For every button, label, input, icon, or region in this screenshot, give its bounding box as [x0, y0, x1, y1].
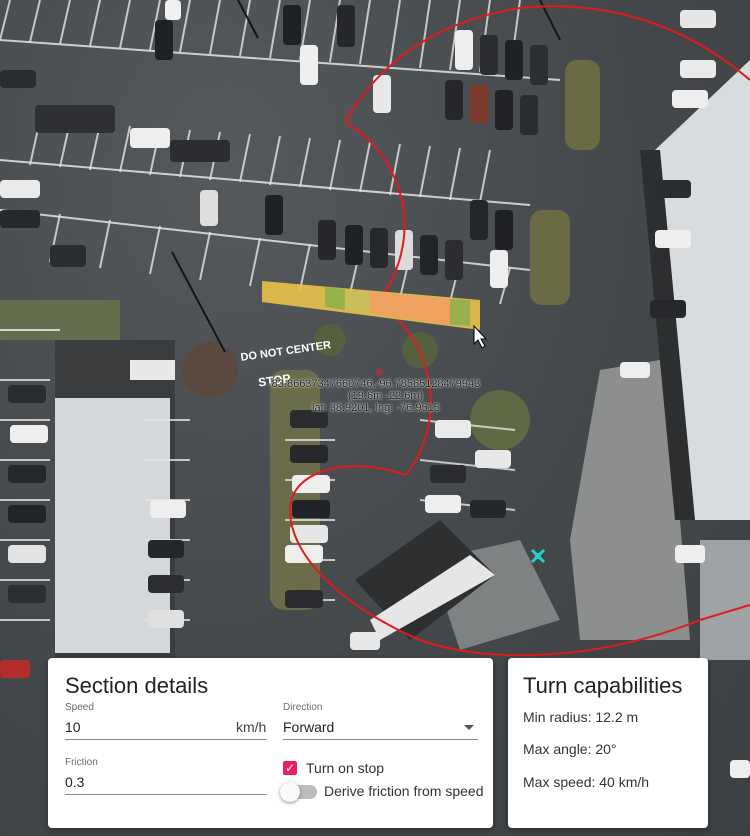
max-speed-stat: Max speed: 40 km/h [523, 774, 650, 790]
route-section[interactable] [262, 281, 480, 330]
coordinate-readout: -83.86637347660746,-96.78565128479943 (1… [268, 378, 480, 414]
friction-input[interactable]: 0.3 [65, 774, 84, 790]
direction-label: Direction [283, 702, 323, 713]
pole-shadow [171, 251, 226, 353]
toggle-thumb[interactable] [280, 782, 300, 802]
island-planter [565, 60, 600, 150]
speed-input[interactable]: 10 [65, 719, 81, 735]
speed-underline [65, 739, 267, 740]
turn-capabilities-panel: Turn capabilities Min radius: 12.2 m Max… [508, 658, 708, 828]
turn-center-dot [376, 369, 382, 375]
roundabout [182, 342, 238, 398]
derive-friction-label[interactable]: Derive friction from speed [324, 783, 484, 799]
min-radius-stat: Min radius: 12.2 m [523, 709, 639, 725]
crosshair-marker-icon[interactable] [530, 548, 546, 564]
turn-on-stop-checkbox[interactable]: ✓ [283, 761, 297, 775]
turn-on-stop-label[interactable]: Turn on stop [306, 760, 384, 776]
speed-label: Speed [65, 702, 94, 713]
chevron-down-icon[interactable] [464, 725, 474, 730]
coordinate-raw: -83.86637347660746,-96.78565128479943 [268, 378, 481, 390]
derive-friction-toggle[interactable] [280, 782, 317, 802]
friction-label: Friction [65, 757, 98, 768]
building-roof [700, 540, 750, 660]
coordinate-latlng: lat: 38.9201, lng: -76.9515 [312, 402, 440, 414]
friction-underline [65, 794, 267, 795]
coordinate-meters: (19.6m -22.6m) [348, 390, 424, 402]
speed-unit: km/h [236, 719, 267, 735]
road-text-do-not-center: DO NOT CENTER [240, 339, 332, 364]
direction-underline [283, 739, 478, 740]
island-planter [530, 210, 570, 305]
turn-capabilities-title: Turn capabilities [523, 673, 683, 698]
direction-value[interactable]: Forward [283, 719, 334, 735]
section-details-panel: Section details Speed 10 km/h Direction … [48, 658, 493, 828]
max-angle-stat: Max angle: 20° [523, 741, 617, 757]
grass-strip [0, 300, 120, 340]
tree [402, 332, 438, 368]
truck [130, 360, 175, 380]
section-details-title: Section details [65, 673, 209, 698]
